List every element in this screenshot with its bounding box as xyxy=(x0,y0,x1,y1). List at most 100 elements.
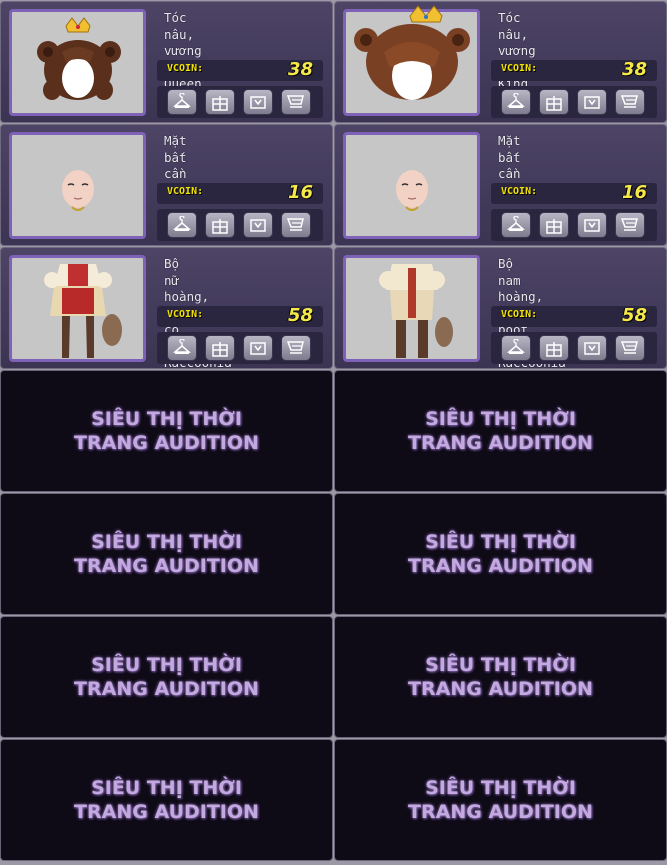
face-icon xyxy=(62,170,94,211)
hanger-icon xyxy=(172,216,192,231)
wishlist-button[interactable] xyxy=(243,89,273,115)
item-thumbnail[interactable] xyxy=(343,5,480,116)
gift-icon xyxy=(212,219,228,234)
hanger-icon xyxy=(172,339,192,354)
placeholder-label: SIÊU THỊ THỜI TRANG AUDITION xyxy=(408,408,593,454)
action-bar xyxy=(157,86,323,118)
cart-icon xyxy=(286,95,304,108)
item-card[interactable]: Bộ nữ hoàng, găng cổ lông, Raccoonia VCO… xyxy=(0,247,333,369)
empty-slot: SIÊU THỊ THỜI TRANG AUDITION xyxy=(0,616,333,738)
placeholder-label: SIÊU THỊ THỜI TRANG AUDITION xyxy=(408,531,593,577)
empty-slot: SIÊU THỊ THỜI TRANG AUDITION xyxy=(0,493,333,615)
placeholder-label: SIÊU THỊ THỜI TRANG AUDITION xyxy=(74,654,259,700)
bag-icon xyxy=(584,219,600,232)
action-bar xyxy=(491,332,657,364)
item-card[interactable]: Tóc nâu, vương miện King Raccoonia VCOIN… xyxy=(334,1,667,123)
hanger-icon xyxy=(506,216,526,231)
gift-button[interactable] xyxy=(205,212,235,238)
gift-icon xyxy=(546,96,562,111)
hanger-icon xyxy=(172,93,192,108)
placeholder-label: SIÊU THỊ THỜI TRANG AUDITION xyxy=(408,777,593,823)
wishlist-button[interactable] xyxy=(577,212,607,238)
action-bar xyxy=(157,209,323,241)
item-price: 38 xyxy=(287,59,313,80)
empty-slot: SIÊU THỊ THỜI TRANG AUDITION xyxy=(334,493,667,615)
bag-icon xyxy=(250,342,266,355)
price-bar: VCOIN: 16 xyxy=(157,182,323,204)
price-bar: VCOIN: 38 xyxy=(157,59,323,81)
placeholder-label: SIÊU THỊ THỜI TRANG AUDITION xyxy=(74,408,259,454)
item-price: 16 xyxy=(287,182,313,203)
wishlist-button[interactable] xyxy=(243,335,273,361)
cart-button[interactable] xyxy=(615,335,645,361)
action-bar xyxy=(491,86,657,118)
gift-button[interactable] xyxy=(205,335,235,361)
bag-icon xyxy=(584,96,600,109)
gift-icon xyxy=(212,96,228,111)
cart-button[interactable] xyxy=(615,212,645,238)
empty-slot: SIÊU THỊ THỜI TRANG AUDITION xyxy=(0,739,333,861)
item-price: 16 xyxy=(621,182,647,203)
currency-label: VCOIN: xyxy=(501,186,538,197)
currency-label: VCOIN: xyxy=(167,63,204,74)
gift-button[interactable] xyxy=(539,335,569,361)
price-bar: VCOIN: 58 xyxy=(157,305,323,327)
queen-outfit-icon xyxy=(44,264,122,358)
gift-button[interactable] xyxy=(205,89,235,115)
empty-slot: SIÊU THỊ THỜI TRANG AUDITION xyxy=(334,370,667,492)
item-thumbnail[interactable] xyxy=(343,255,480,362)
wishlist-button[interactable] xyxy=(577,335,607,361)
item-thumbnail[interactable] xyxy=(9,9,146,116)
item-price: 38 xyxy=(621,59,647,80)
currency-label: VCOIN: xyxy=(501,63,538,74)
empty-slot: SIÊU THỊ THỜI TRANG AUDITION xyxy=(0,370,333,492)
wishlist-button[interactable] xyxy=(577,89,607,115)
hanger-icon xyxy=(506,339,526,354)
item-card[interactable]: Tóc nâu, vương miện Queen Raccoonia VCOI… xyxy=(0,1,333,123)
try-on-button[interactable] xyxy=(501,212,531,238)
gift-icon xyxy=(546,342,562,357)
action-bar xyxy=(157,332,323,364)
shop-grid: Tóc nâu, vương miện Queen Raccoonia VCOI… xyxy=(0,0,667,865)
gift-button[interactable] xyxy=(539,212,569,238)
item-price: 58 xyxy=(621,305,647,326)
item-thumbnail[interactable] xyxy=(343,132,480,239)
price-bar: VCOIN: 58 xyxy=(491,305,657,327)
king-outfit-icon xyxy=(379,264,453,358)
cart-button[interactable] xyxy=(281,212,311,238)
price-bar: VCOIN: 38 xyxy=(491,59,657,81)
try-on-button[interactable] xyxy=(501,335,531,361)
wishlist-button[interactable] xyxy=(243,212,273,238)
hair-queen-icon xyxy=(37,17,121,100)
cart-button[interactable] xyxy=(281,89,311,115)
item-card[interactable]: Bộ nam hoàng, găng boot cao, Raccoonia V… xyxy=(334,247,667,369)
hair-king-icon xyxy=(354,5,470,100)
empty-slot: SIÊU THỊ THỜI TRANG AUDITION xyxy=(334,739,667,861)
try-on-button[interactable] xyxy=(167,89,197,115)
item-price: 58 xyxy=(287,305,313,326)
gift-icon xyxy=(212,342,228,357)
cart-icon xyxy=(286,341,304,354)
currency-label: VCOIN: xyxy=(167,309,204,320)
item-card[interactable]: Mặt bất cần VCOIN: 16 xyxy=(334,124,667,246)
cart-button[interactable] xyxy=(281,335,311,361)
item-name: Mặt bất cần xyxy=(498,133,521,181)
try-on-button[interactable] xyxy=(167,212,197,238)
currency-label: VCOIN: xyxy=(167,186,204,197)
bag-icon xyxy=(250,219,266,232)
item-thumbnail[interactable] xyxy=(9,255,146,362)
try-on-button[interactable] xyxy=(501,89,531,115)
item-name: Mặt bất cần xyxy=(164,133,187,181)
try-on-button[interactable] xyxy=(167,335,197,361)
cart-icon xyxy=(620,341,638,354)
hanger-icon xyxy=(506,93,526,108)
placeholder-label: SIÊU THỊ THỜI TRANG AUDITION xyxy=(408,654,593,700)
placeholder-label: SIÊU THỊ THỜI TRANG AUDITION xyxy=(74,531,259,577)
item-card[interactable]: Mặt bất cần VCOIN: 16 xyxy=(0,124,333,246)
bag-icon xyxy=(250,96,266,109)
cart-button[interactable] xyxy=(615,89,645,115)
gift-button[interactable] xyxy=(539,89,569,115)
item-thumbnail[interactable] xyxy=(9,132,146,239)
price-bar: VCOIN: 16 xyxy=(491,182,657,204)
currency-label: VCOIN: xyxy=(501,309,538,320)
